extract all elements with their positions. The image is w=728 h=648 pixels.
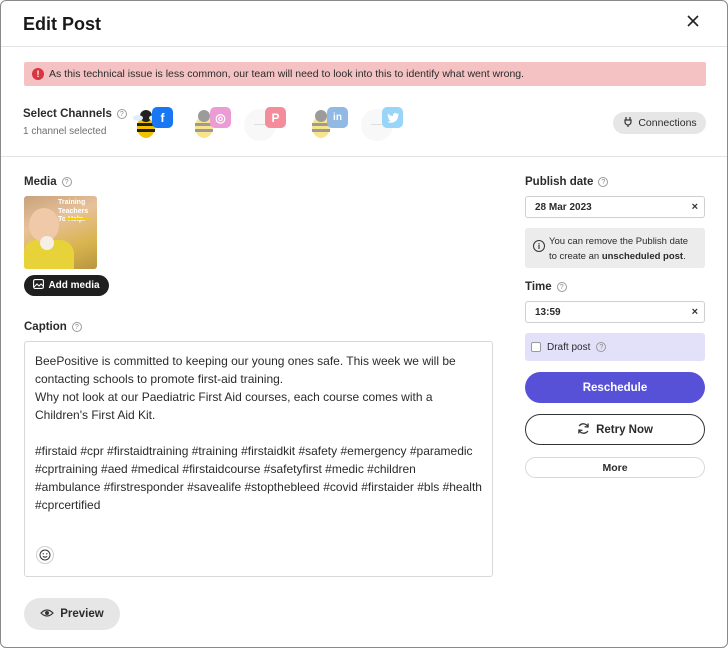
emoji-icon[interactable] (36, 546, 54, 564)
caption-input[interactable]: BeePositive is committed to keeping our … (24, 341, 493, 577)
more-button[interactable]: More (525, 457, 705, 478)
info-icon: i (533, 240, 545, 252)
clear-date-icon[interactable]: × (692, 202, 698, 213)
thumbnail-hand (40, 236, 54, 250)
time-value: 13:59 (535, 306, 561, 318)
time-field[interactable]: 13:59 × (525, 301, 705, 323)
help-icon[interactable]: ? (71, 322, 82, 332)
connections-button[interactable]: Connections (613, 112, 706, 134)
media-label: Media ? (24, 176, 72, 188)
media-label-text: Media (24, 176, 57, 188)
help-icon[interactable]: ? (598, 177, 609, 187)
clear-time-icon[interactable]: × (692, 307, 698, 318)
error-alert: ! As this technical issue is less common… (24, 62, 706, 86)
preview-button[interactable]: Preview (24, 598, 120, 630)
draft-checkbox[interactable] (531, 342, 541, 352)
time-label: Time ? (525, 281, 567, 293)
facebook-icon: f (152, 107, 173, 128)
add-media-label: Add media (48, 280, 100, 291)
pinterest-icon: P (265, 107, 286, 128)
media-thumbnail[interactable]: Training Teachers To Help. (24, 196, 97, 269)
draft-post-label: Draft post (547, 341, 591, 353)
channels-count: 1 channel selected (23, 126, 107, 137)
instagram-icon: ◎ (210, 107, 231, 128)
error-icon: ! (32, 68, 44, 80)
unscheduled-info: i You can remove the Publish date to cre… (525, 228, 705, 268)
plug-icon (622, 116, 634, 131)
reschedule-button[interactable]: Reschedule (525, 372, 705, 403)
edit-post-dialog: Edit Post ! As this technical issue is l… (0, 0, 728, 648)
publish-date-label-text: Publish date (525, 176, 594, 188)
help-icon[interactable]: ? (556, 282, 567, 292)
add-media-button[interactable]: Add media (24, 275, 109, 296)
retry-now-button[interactable]: Retry Now (525, 414, 705, 445)
info-text-bold: unscheduled post (601, 251, 684, 262)
channel-linkedin[interactable]: in (306, 105, 354, 141)
time-label-text: Time (525, 281, 552, 293)
linkedin-icon: in (327, 107, 348, 128)
eye-icon (40, 608, 55, 621)
channel-pinterest[interactable]: P (244, 105, 292, 141)
connections-label: Connections (638, 117, 697, 129)
caption-label: Caption ? (24, 321, 82, 333)
caption-label-text: Caption (24, 321, 67, 333)
preview-label: Preview (60, 608, 104, 620)
channel-twitter[interactable] (361, 105, 409, 141)
info-text-suffix: . (683, 251, 686, 262)
alert-text: As this technical issue is less common, … (49, 68, 525, 80)
thumbnail-text: Training Teachers To Help. (58, 199, 89, 223)
dialog-header: Edit Post (1, 1, 727, 47)
select-channels-label: Select Channels ? (23, 108, 127, 120)
dialog-title: Edit Post (23, 14, 102, 34)
publish-date-label: Publish date ? (525, 176, 609, 188)
help-icon[interactable]: ? (596, 342, 607, 352)
section-divider (1, 156, 727, 157)
help-icon[interactable]: ? (61, 177, 72, 187)
image-icon (33, 279, 45, 292)
publish-date-value: 28 Mar 2023 (535, 201, 592, 213)
retry-now-label: Retry Now (596, 423, 653, 436)
channel-facebook[interactable]: f (131, 105, 179, 141)
publish-date-field[interactable]: 28 Mar 2023 × (525, 196, 705, 218)
caption-text: BeePositive is committed to keeping our … (35, 354, 482, 512)
close-icon[interactable] (687, 15, 703, 31)
select-channels-text: Select Channels (23, 108, 112, 120)
draft-post-toggle[interactable]: Draft post ? (525, 333, 705, 361)
refresh-icon (577, 422, 590, 438)
help-icon[interactable]: ? (116, 109, 127, 119)
thumbnail-underline (65, 218, 89, 220)
channel-instagram[interactable]: ◎ (189, 105, 237, 141)
twitter-icon (382, 107, 403, 128)
